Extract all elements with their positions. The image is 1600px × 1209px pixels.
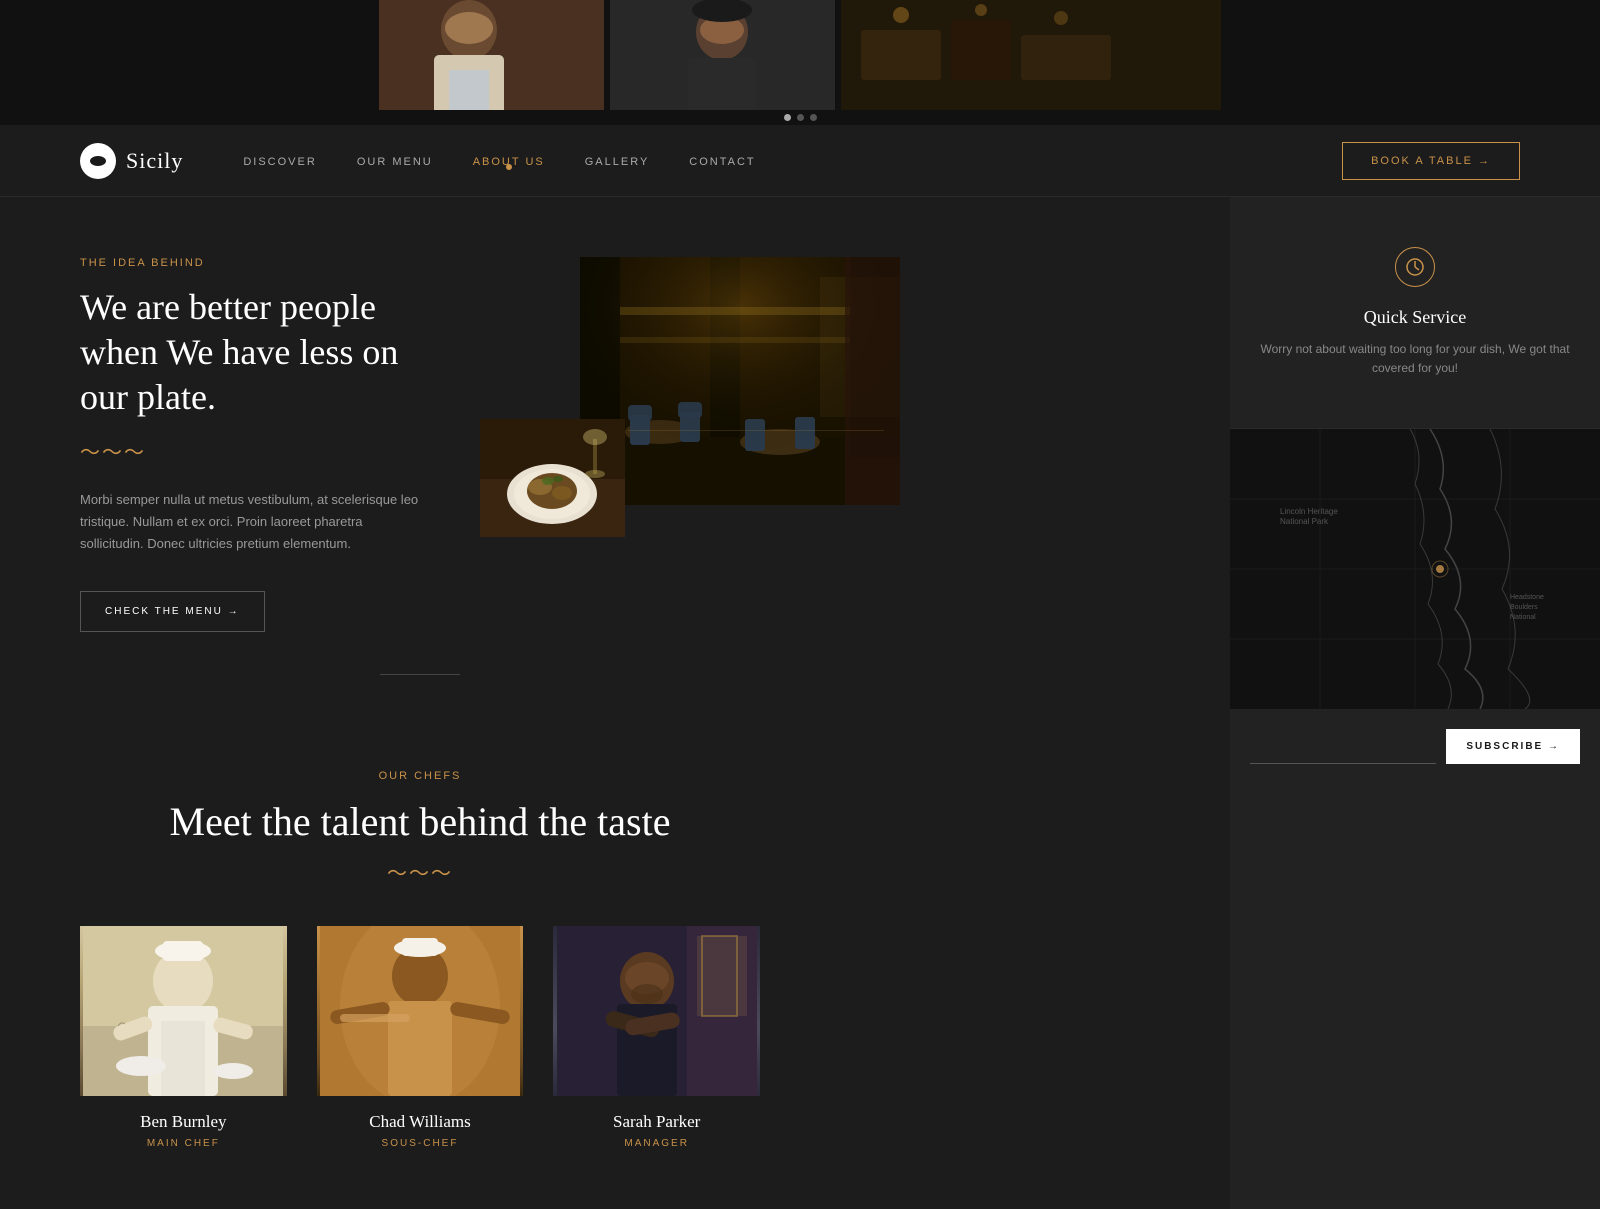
chefs-headline: Meet the talent behind the taste bbox=[80, 798, 760, 845]
decorative-wave: 〜〜〜 bbox=[80, 436, 420, 465]
about-headline: We are better people when We have less o… bbox=[80, 285, 420, 420]
nav-item-about-us[interactable]: ABOUT US bbox=[473, 152, 545, 170]
chef-name-2: Chad Williams bbox=[317, 1112, 524, 1132]
brand-logo[interactable]: Sicily bbox=[80, 143, 183, 179]
about-body: Morbi semper nulla ut metus vestibulum, … bbox=[80, 489, 420, 555]
svg-text:National: National bbox=[1510, 614, 1536, 621]
logo-icon bbox=[80, 143, 116, 179]
quick-service-panel: Quick Service Worry not about waiting to… bbox=[1230, 197, 1600, 429]
chef-card-3: Sarah Parker MANAGER bbox=[553, 926, 760, 1149]
subscribe-panel: SUBSCRIBE → bbox=[1230, 709, 1600, 784]
about-images bbox=[480, 257, 900, 537]
dot-2[interactable] bbox=[797, 114, 804, 121]
subscribe-input[interactable] bbox=[1250, 729, 1436, 764]
chef-name-1: Ben Burnley bbox=[80, 1112, 287, 1132]
quick-service-icon bbox=[1395, 247, 1435, 287]
food-image bbox=[480, 419, 625, 537]
hero-image-chef2 bbox=[610, 0, 835, 110]
check-menu-button[interactable]: CHECK THE MENU → bbox=[80, 591, 265, 632]
brand-name: Sicily bbox=[126, 148, 183, 174]
map-panel: Lincoln Heritage National Park Headstone… bbox=[1230, 429, 1600, 709]
hero-image-dark bbox=[841, 0, 1221, 110]
quick-service-title: Quick Service bbox=[1260, 307, 1570, 328]
hero-strip bbox=[0, 0, 1600, 110]
section-divider bbox=[80, 632, 760, 690]
nav-links: DISCOVER OUR MENU ABOUT US GALLERY CONTA… bbox=[243, 152, 1342, 170]
about-label: THE IDEA BEHIND bbox=[80, 257, 420, 269]
nav-item-discover[interactable]: DISCOVER bbox=[243, 152, 316, 170]
chefs-label: OUR CHEFS bbox=[80, 770, 760, 782]
nav-item-gallery[interactable]: GALLERY bbox=[585, 152, 650, 170]
restaurant-image bbox=[580, 257, 900, 505]
active-indicator bbox=[506, 164, 512, 170]
navbar: Sicily DISCOVER OUR MENU ABOUT US GALLER… bbox=[0, 125, 1600, 197]
chef-photo-1 bbox=[80, 926, 287, 1096]
svg-text:Headstone: Headstone bbox=[1510, 594, 1544, 601]
subscribe-button[interactable]: SUBSCRIBE → bbox=[1446, 729, 1580, 764]
about-section: THE IDEA BEHIND We are better people whe… bbox=[0, 197, 840, 750]
hero-pagination bbox=[0, 110, 1600, 125]
chefs-wave: 〜〜〜 bbox=[80, 857, 760, 886]
chef-role-3: MANAGER bbox=[553, 1138, 760, 1149]
dot-3[interactable] bbox=[810, 114, 817, 121]
chefs-section: OUR CHEFS Meet the talent behind the tas… bbox=[0, 750, 840, 1209]
svg-text:Lincoln Heritage: Lincoln Heritage bbox=[1280, 507, 1338, 516]
svg-text:National Park: National Park bbox=[1280, 517, 1329, 526]
chef-role-2: SOUS-CHEF bbox=[317, 1138, 524, 1149]
chef-card-2: Chad Williams SOUS-CHEF bbox=[317, 926, 524, 1149]
hero-image-chef1 bbox=[379, 0, 604, 110]
book-table-button[interactable]: BOOK A TABLE → bbox=[1342, 142, 1520, 180]
quick-service-body: Worry not about waiting too long for you… bbox=[1260, 340, 1570, 378]
right-sidebar: Quick Service Worry not about waiting to… bbox=[1230, 197, 1600, 1209]
chef-role-1: MAIN CHEF bbox=[80, 1138, 287, 1149]
svg-text:Boulders: Boulders bbox=[1510, 604, 1538, 611]
dot-1[interactable] bbox=[784, 114, 791, 121]
overlay bbox=[845, 257, 900, 505]
chefs-header: OUR CHEFS Meet the talent behind the tas… bbox=[80, 770, 760, 886]
nav-item-contact[interactable]: CONTACT bbox=[689, 152, 755, 170]
chef-name-3: Sarah Parker bbox=[553, 1112, 760, 1132]
chef-photo-2 bbox=[317, 926, 524, 1096]
nav-item-our-menu[interactable]: OUR MENU bbox=[357, 152, 433, 170]
chef-card-1: Ben Burnley MAIN CHEF bbox=[80, 926, 287, 1149]
about-text: THE IDEA BEHIND We are better people whe… bbox=[80, 257, 420, 632]
chef-photo-3 bbox=[553, 926, 760, 1096]
chefs-grid: Ben Burnley MAIN CHEF bbox=[80, 926, 760, 1149]
